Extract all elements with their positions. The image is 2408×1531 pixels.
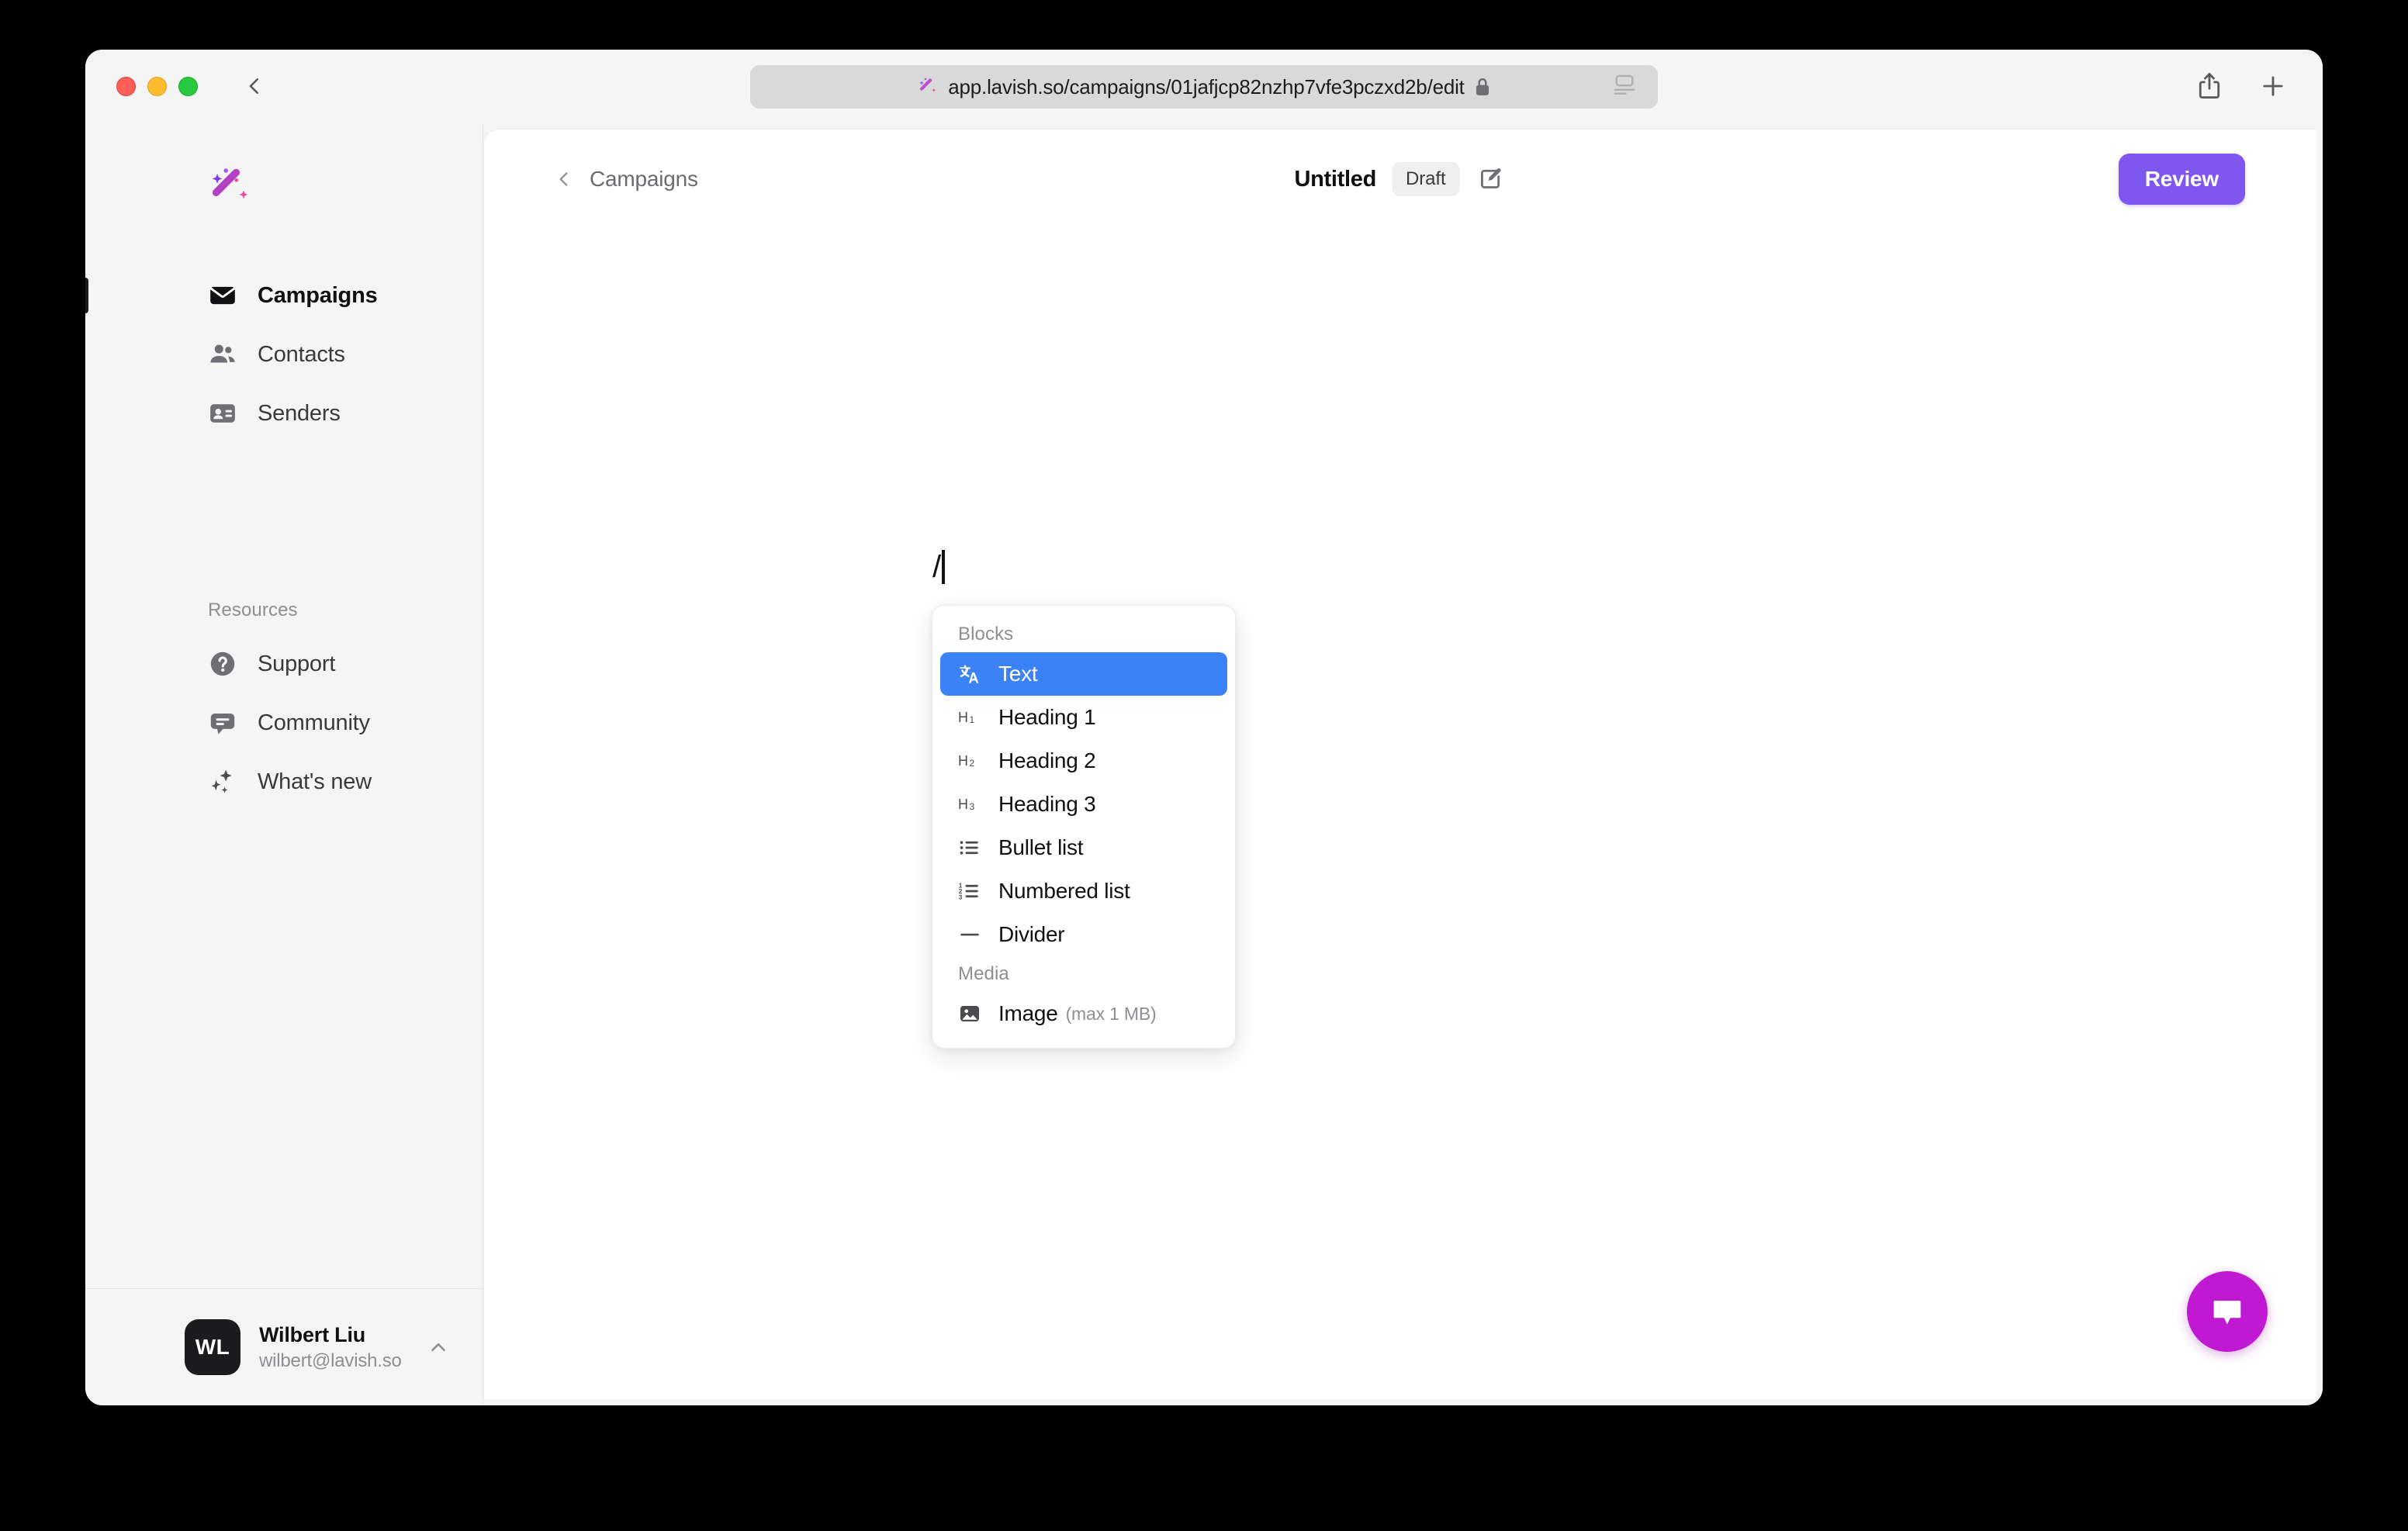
chat-bubble-icon — [2213, 1301, 2241, 1325]
menu-item-label: Divider — [998, 922, 1065, 946]
main-panel: Campaigns Untitled Draft Review / Blocks… — [483, 129, 2316, 1399]
text-caret — [942, 550, 946, 584]
lock-icon — [1474, 77, 1491, 97]
sidebar-item-community[interactable]: Community — [85, 693, 483, 752]
sidebar-item-contacts[interactable]: Contacts — [85, 325, 483, 384]
menu-item-image[interactable]: Image (max 1 MB) — [940, 992, 1227, 1035]
sidebar-item-label: Support — [258, 651, 336, 676]
translate-icon — [958, 662, 981, 686]
share-button[interactable] — [2195, 71, 2223, 101]
slash-command-menu[interactable]: Blocks Text H 1 Heading 1 H 2 Heading 2 … — [932, 605, 1236, 1049]
numbered-list-icon: 1 2 3 — [958, 880, 981, 903]
menu-item-label: Heading 2 — [998, 748, 1096, 772]
chat-widget-button[interactable] — [2187, 1271, 2268, 1352]
menu-item-heading-1[interactable]: H 1 Heading 1 — [940, 696, 1227, 739]
divider-icon — [958, 923, 981, 946]
menu-item-label: Heading 3 — [998, 792, 1096, 816]
contact-card-icon — [208, 399, 237, 428]
sidebar-section-label: Resources — [208, 600, 298, 620]
editor-typed-text: / — [932, 550, 942, 584]
editor-text-block[interactable]: / — [932, 550, 946, 584]
sidebar-item-whats-new[interactable]: What's new — [85, 752, 483, 811]
sidebar-resources-nav: Support Community What's new — [85, 634, 483, 811]
menu-item-divider[interactable]: Divider — [940, 913, 1227, 956]
breadcrumb[interactable]: Campaigns — [554, 167, 698, 192]
page-title: Untitled — [1294, 166, 1377, 192]
sidebar-item-label: Contacts — [258, 341, 345, 367]
menu-item-heading-3[interactable]: H 3 Heading 3 — [940, 783, 1227, 826]
sparkles-icon — [208, 767, 237, 797]
sidebar-item-support[interactable]: Support — [85, 634, 483, 693]
close-window-button[interactable] — [116, 76, 136, 96]
chevron-left-icon — [554, 169, 574, 189]
brand-logo-icon[interactable] — [208, 165, 253, 210]
document-title-group: Untitled Draft — [1294, 162, 1506, 196]
avatar: WL — [185, 1319, 240, 1375]
sidebar-item-label: Community — [258, 710, 370, 735]
user-email: wilbert@lavish.so — [259, 1350, 402, 1371]
envelope-icon — [208, 281, 237, 310]
svg-text:H: H — [958, 710, 968, 725]
svg-text:3: 3 — [959, 894, 963, 901]
menu-item-label: Image — [998, 1001, 1058, 1025]
sidebar-item-senders[interactable]: Senders — [85, 384, 483, 443]
h2-icon: H 2 — [958, 749, 981, 772]
review-button[interactable]: Review — [2118, 154, 2245, 205]
menu-group-label-blocks: Blocks — [958, 624, 1014, 645]
pencil-square-icon[interactable] — [1476, 164, 1507, 195]
menu-item-label: Heading 1 — [998, 705, 1096, 729]
page-header: Campaigns Untitled Draft Review — [484, 130, 2316, 229]
svg-text:2: 2 — [970, 758, 975, 769]
image-icon — [958, 1002, 981, 1025]
svg-text:H: H — [958, 753, 968, 769]
new-tab-button[interactable] — [2259, 72, 2287, 100]
menu-item-label: Numbered list — [998, 879, 1130, 903]
people-icon — [208, 340, 237, 369]
app-shell: Campaigns Contacts Senders Resources Sup… — [85, 123, 2323, 1405]
status-badge: Draft — [1392, 162, 1460, 196]
browser-window: app.lavish.so/campaigns/01jafjcp82nzhp7v… — [85, 50, 2323, 1405]
question-circle-icon — [208, 649, 237, 679]
menu-item-text[interactable]: Text — [940, 652, 1227, 696]
window-controls — [116, 76, 198, 96]
toolbar-actions — [2195, 71, 2287, 101]
h3-icon: H 3 — [958, 793, 981, 816]
user-info: Wilbert Liu wilbert@lavish.so — [259, 1323, 424, 1372]
sidebar-primary-nav: Campaigns Contacts Senders — [85, 266, 483, 443]
menu-item-bullet-list[interactable]: Bullet list — [940, 826, 1227, 869]
editor-canvas[interactable]: / Blocks Text H 1 Heading 1 H 2 Heading … — [484, 229, 2316, 1399]
svg-text:H: H — [958, 797, 968, 812]
menu-item-label: Bullet list — [998, 835, 1084, 859]
bullet-list-icon — [958, 836, 981, 859]
breadcrumb-label: Campaigns — [590, 167, 698, 191]
svg-text:3: 3 — [970, 801, 975, 812]
sidebar-item-label: What's new — [258, 769, 372, 794]
address-bar[interactable]: app.lavish.so/campaigns/01jafjcp82nzhp7v… — [750, 65, 1658, 109]
menu-item-label: Text — [998, 662, 1038, 686]
chevron-up-icon[interactable] — [424, 1333, 452, 1361]
user-name: Wilbert Liu — [259, 1322, 366, 1346]
menu-item-numbered-list[interactable]: 1 2 3 Numbered list — [940, 869, 1227, 913]
sidebar: Campaigns Contacts Senders Resources Sup… — [85, 123, 483, 1405]
minimize-window-button[interactable] — [147, 76, 167, 96]
sidebar-item-campaigns[interactable]: Campaigns — [85, 266, 483, 325]
back-button[interactable] — [237, 68, 272, 104]
reader-view-icon[interactable] — [1611, 74, 1638, 101]
svg-text:1: 1 — [970, 714, 975, 725]
chat-bubble-icon — [208, 708, 237, 738]
maximize-window-button[interactable] — [178, 76, 198, 96]
url-text: app.lavish.so/campaigns/01jafjcp82nzhp7v… — [948, 74, 1465, 98]
sidebar-item-label: Campaigns — [258, 282, 378, 308]
h1-icon: H 1 — [958, 706, 981, 729]
sidebar-item-label: Senders — [258, 400, 341, 426]
menu-item-hint: (max 1 MB) — [1065, 1003, 1157, 1024]
menu-group-label-media: Media — [958, 963, 1009, 984]
user-profile-button[interactable]: WL Wilbert Liu wilbert@lavish.so — [85, 1289, 483, 1405]
browser-toolbar: app.lavish.so/campaigns/01jafjcp82nzhp7v… — [85, 50, 2323, 123]
site-favicon-icon — [917, 76, 939, 98]
menu-item-heading-2[interactable]: H 2 Heading 2 — [940, 739, 1227, 783]
